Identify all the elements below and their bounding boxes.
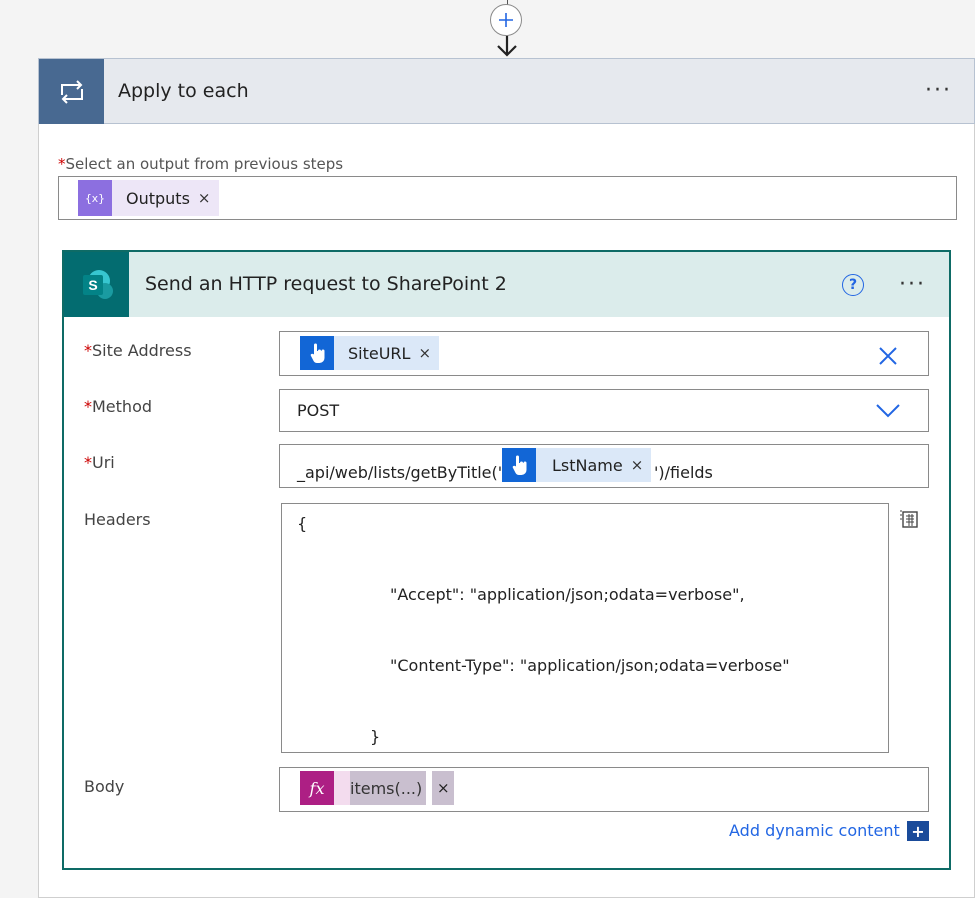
expression-token[interactable]: fx items(...) × xyxy=(300,771,455,805)
outputs-token-label: Outputs xyxy=(126,188,190,208)
sharepoint-icon: S xyxy=(64,252,129,317)
uri-suffix-text: ')/fields xyxy=(654,463,713,482)
remove-token-icon[interactable]: × xyxy=(418,344,431,362)
expression-token-spacer xyxy=(334,771,350,805)
uri-prefix-text: _api/web/lists/getByTitle(' xyxy=(297,463,503,482)
loop-icon xyxy=(39,59,104,124)
lst-name-token[interactable]: LstName × xyxy=(502,448,652,482)
help-icon[interactable]: ? xyxy=(842,274,864,296)
required-marker: * xyxy=(84,453,92,472)
site-url-token[interactable]: SiteURL × xyxy=(300,336,440,370)
method-value: POST xyxy=(297,401,340,420)
headers-line: { xyxy=(297,514,308,533)
method-label-text: Method xyxy=(92,397,153,416)
select-output-label-text: Select an output from previous steps xyxy=(65,155,344,173)
headers-line: } xyxy=(370,727,381,746)
select-output-label: *Select an output from previous steps xyxy=(58,155,343,173)
add-dynamic-content-icon[interactable]: + xyxy=(907,821,929,841)
dynamic-content-icon xyxy=(300,336,334,370)
add-step-button[interactable] xyxy=(490,4,522,36)
more-options-icon[interactable]: ··· xyxy=(925,78,952,103)
sharepoint-letter: S xyxy=(88,277,97,293)
required-marker: * xyxy=(84,341,92,360)
add-dynamic-content-link[interactable]: Add dynamic content xyxy=(729,821,900,840)
plus-circle-icon xyxy=(499,13,513,27)
site-url-token-label: SiteURL xyxy=(348,343,411,363)
required-marker: * xyxy=(84,397,92,416)
headers-line: "Content-Type": "application/json;odata=… xyxy=(390,656,790,675)
site-address-label-text: Site Address xyxy=(92,341,192,360)
close-icon[interactable] xyxy=(878,346,898,366)
remove-token-icon[interactable]: × xyxy=(432,771,455,805)
dynamic-content-icon xyxy=(502,448,536,482)
apply-to-each-title: Apply to each xyxy=(118,80,249,102)
arrow-down-icon xyxy=(497,36,517,57)
method-select[interactable] xyxy=(279,389,929,432)
method-label: *Method xyxy=(84,397,152,416)
variable-icon: {x} xyxy=(78,180,112,216)
uri-label-text: Uri xyxy=(92,453,115,472)
remove-token-icon[interactable]: × xyxy=(198,189,211,207)
action-title: Send an HTTP request to SharePoint 2 xyxy=(145,273,507,295)
site-address-label: *Site Address xyxy=(84,341,192,360)
body-label: Body xyxy=(84,777,125,796)
expression-icon: fx xyxy=(300,771,334,805)
lst-name-token-label: LstName xyxy=(552,455,623,475)
headers-label: Headers xyxy=(84,510,151,529)
more-options-icon[interactable]: ··· xyxy=(899,272,926,297)
headers-line: "Accept": "application/json;odata=verbos… xyxy=(390,585,745,604)
outputs-token[interactable]: {x} Outputs × xyxy=(78,180,219,216)
chevron-down-icon[interactable] xyxy=(876,404,900,418)
remove-token-icon[interactable]: × xyxy=(631,456,644,474)
required-marker: * xyxy=(58,155,66,173)
headers-field[interactable] xyxy=(281,503,889,753)
text-mode-icon[interactable] xyxy=(899,508,921,530)
uri-label: *Uri xyxy=(84,453,115,472)
expression-token-label: items(...) xyxy=(350,771,427,805)
